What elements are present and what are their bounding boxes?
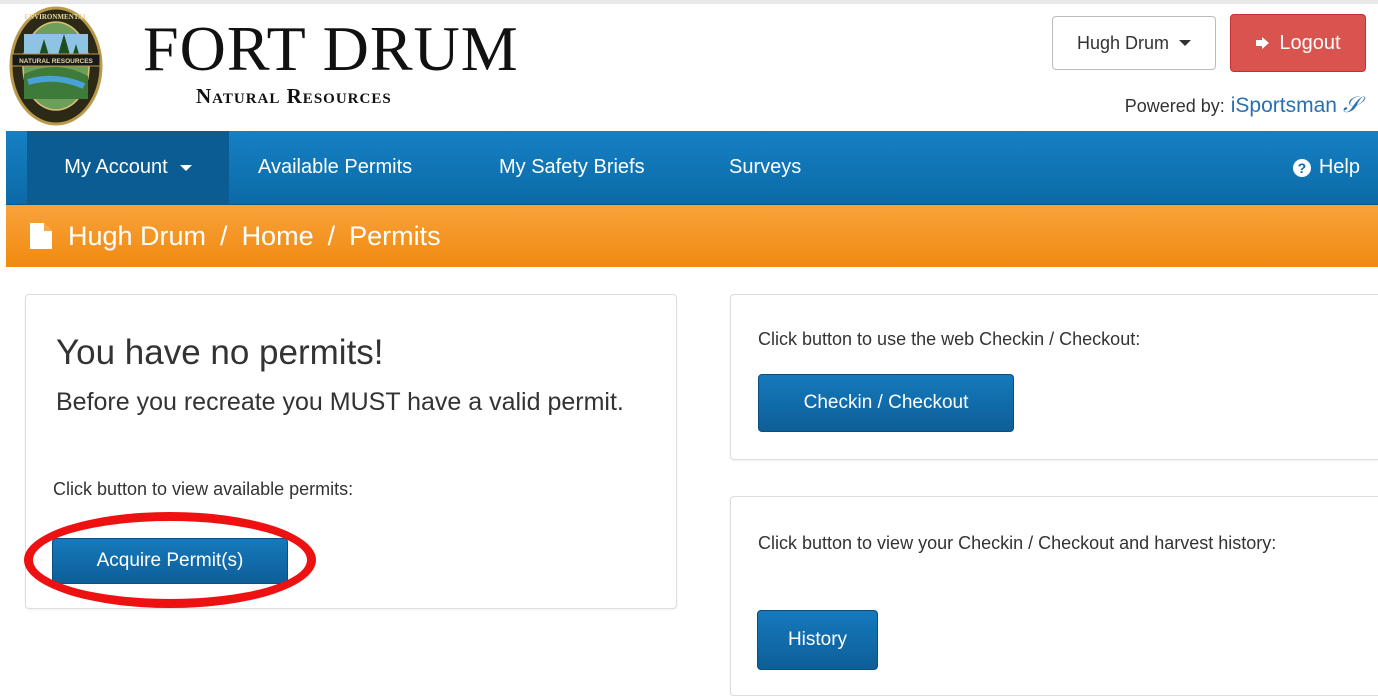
logout-label: Logout [1279, 31, 1341, 54]
checkin-checkout-button[interactable]: Checkin / Checkout [758, 374, 1014, 432]
nav-my-safety-briefs[interactable]: My Safety Briefs [499, 131, 645, 204]
site-title[interactable]: FORT DRUM [143, 14, 519, 84]
breadcrumb-item-home[interactable]: Home [242, 221, 314, 252]
document-icon [30, 223, 52, 249]
checkin-instruction: Click button to use the web Checkin / Ch… [758, 329, 1141, 349]
nav-available-permits[interactable]: Available Permits [258, 131, 412, 204]
history-instruction: Click button to view your Checkin / Chec… [758, 533, 1277, 553]
breadcrumb-item-permits: Permits [349, 220, 441, 251]
powered-by: Powered by: iSportsman 𝒮 [1125, 92, 1360, 118]
main-navbar: My Account Available Permits My Safety B… [6, 131, 1378, 205]
logout-button[interactable]: Logout [1230, 14, 1366, 72]
question-circle-icon: ? [1292, 158, 1311, 177]
natural-resources-seal-logo[interactable]: NATURAL RESOURCES ENVIRONMENTAL [8, 4, 104, 128]
nav-my-account-label: My Account [64, 156, 168, 178]
highlight-circle [24, 512, 316, 608]
sign-out-icon [1256, 37, 1270, 49]
user-menu-button[interactable]: Hugh Drum [1052, 16, 1216, 70]
nav-help-label: Help [1318, 156, 1360, 178]
seal-band-text: NATURAL RESOURCES [19, 58, 93, 65]
view-permits-instruction: Click button to view available permits: [53, 479, 354, 499]
chevron-down-icon [1179, 40, 1192, 46]
nav-surveys[interactable]: Surveys [729, 131, 801, 204]
powered-by-label: Powered by: [1124, 96, 1225, 116]
breadcrumb: Hugh Drum / Home / Permits [6, 205, 1378, 267]
breadcrumb-separator: / [327, 220, 336, 251]
site-header: NATURAL RESOURCES ENVIRONMENTAL FORT DRU… [0, 0, 1378, 131]
isportsman-link[interactable]: iSportsman [1231, 94, 1337, 118]
link-icon: 𝒮 [1342, 92, 1360, 117]
breadcrumb-separator: / [220, 220, 228, 251]
permit-required-message: Before you recreate you MUST have a vali… [56, 388, 624, 416]
breadcrumb-item-user[interactable]: Hugh Drum [68, 221, 206, 252]
site-subtitle: Natural Resources [196, 84, 392, 108]
no-permits-heading: You have no permits! [56, 333, 384, 372]
chevron-down-icon [179, 164, 192, 171]
history-panel: Click button to view your Checkin / Chec… [730, 496, 1378, 696]
checkin-panel: Click button to use the web Checkin / Ch… [730, 294, 1378, 460]
permits-panel: You have no permits! Before you recreate… [24, 294, 677, 609]
seal-arc-text: ENVIRONMENTAL [24, 13, 88, 21]
nav-my-account[interactable]: My Account [27, 131, 229, 204]
user-menu-label: Hugh Drum [1076, 32, 1170, 53]
history-button[interactable]: History [757, 610, 878, 670]
nav-help[interactable]: ? Help [1292, 131, 1360, 204]
